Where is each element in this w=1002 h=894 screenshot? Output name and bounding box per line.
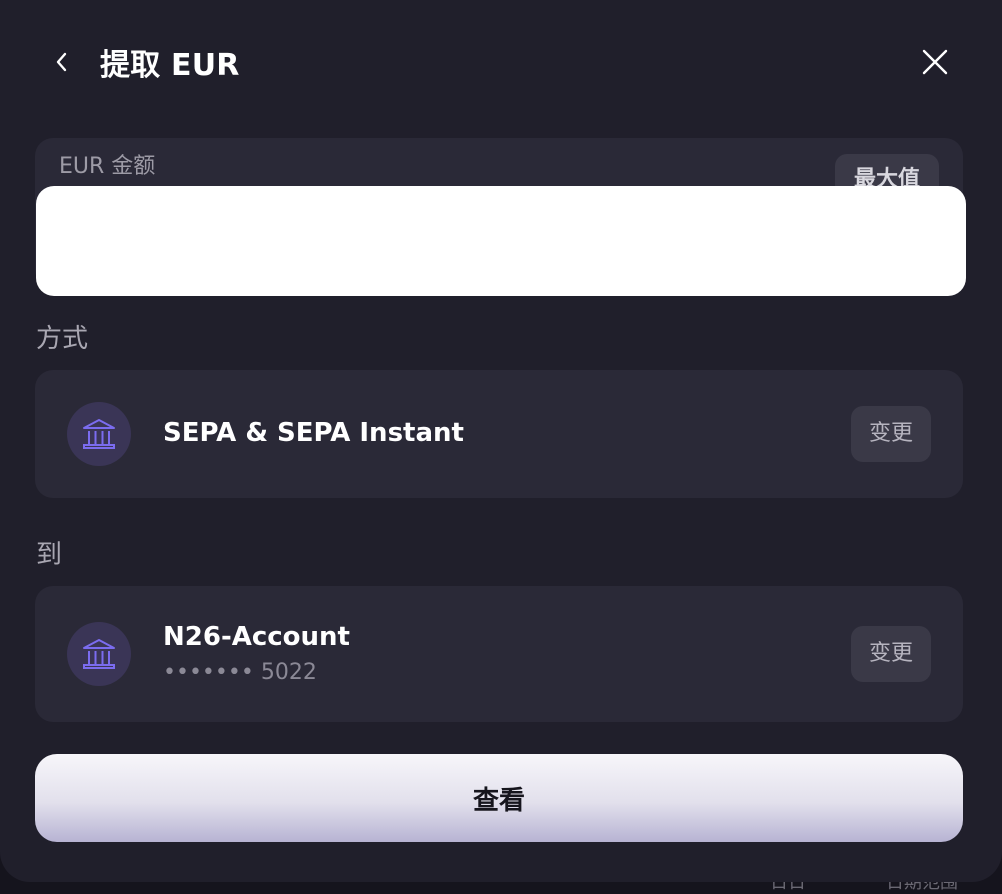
change-account-button[interactable]: 变更 [851,626,931,682]
review-button[interactable]: 查看 [35,754,963,842]
bank-icon [67,402,131,466]
amount-label: EUR 金额 [59,154,156,179]
bank-icon [67,622,131,686]
change-method-button[interactable]: 变更 [851,406,931,462]
chevron-left-icon [56,52,67,72]
account-name: N26-Account [163,622,350,652]
destination-section-label: 到 [36,540,63,570]
withdraw-modal: 提取 EUR EUR 金额 最大值 方式 SEPA & SEPA Instant… [0,0,1002,882]
modal-header: 提取 EUR [0,0,1002,120]
method-name: SEPA & SEPA Instant [163,418,464,448]
destination-card[interactable]: N26-Account ••••••• 5022 变更 [35,586,963,722]
method-card[interactable]: SEPA & SEPA Instant 变更 [35,370,963,498]
back-button[interactable] [44,44,80,80]
amount-input[interactable] [36,186,966,296]
account-number: ••••••• 5022 [163,660,317,685]
close-icon [922,49,948,75]
method-section-label: 方式 [36,324,89,354]
page-title: 提取 EUR [100,48,240,83]
close-button[interactable] [915,42,955,82]
